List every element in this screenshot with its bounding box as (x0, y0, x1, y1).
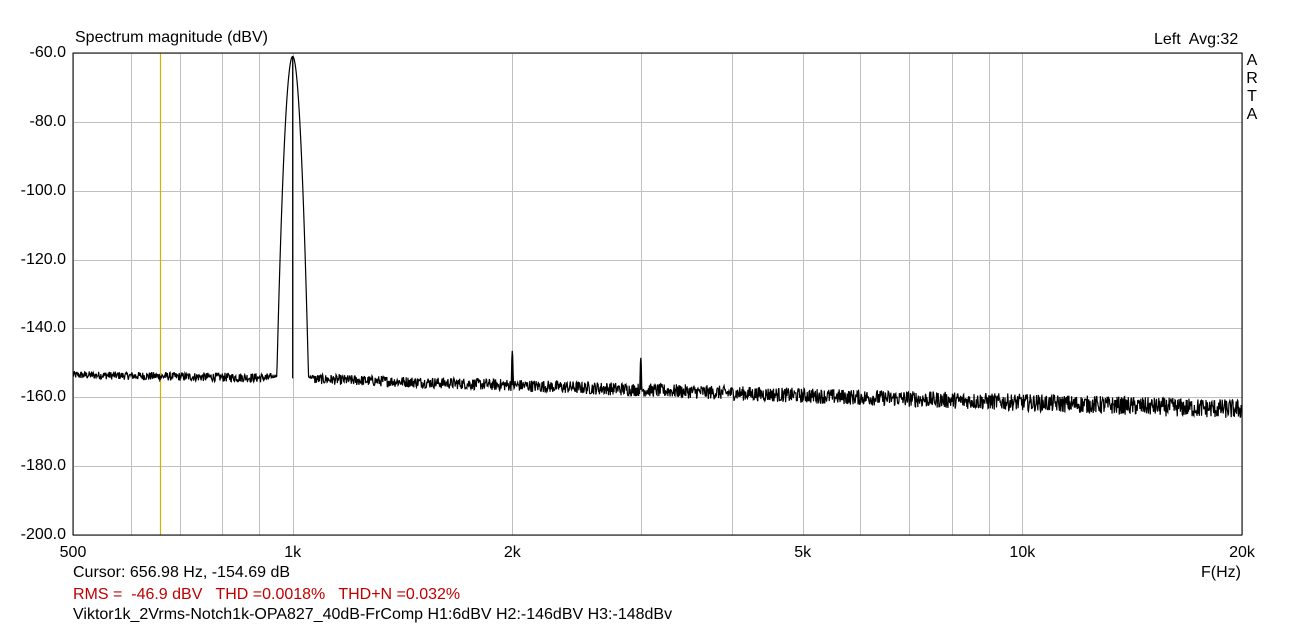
measurement-stats: RMS = -46.9 dBV THD =0.0018% THD+N =0.03… (73, 586, 461, 603)
arta-letter: T (1247, 88, 1257, 105)
measurement-description: Viktor1k_2Vrms-Notch1k-OPA827_40dB-FrCom… (73, 606, 673, 623)
y-tick-label: -180.0 (20, 457, 66, 475)
cursor-readout: Cursor: 656.98 Hz, -154.69 dB (73, 564, 291, 581)
y-tick-label: -80.0 (29, 112, 66, 130)
chart-title: Spectrum magnitude (dBV) (75, 29, 268, 46)
x-tick-label: 500 (59, 544, 87, 561)
y-tick-label: -200.0 (20, 526, 66, 543)
plot-frame (72, 52, 1243, 536)
x-axis-label: F(Hz) (1201, 564, 1241, 581)
spectrum-trace (72, 55, 1243, 418)
y-tick-label: -160.0 (20, 388, 66, 406)
x-tick-label: 5k (794, 544, 812, 561)
spectrum-chart (72, 52, 1243, 536)
y-tick-label: -60.0 (29, 44, 66, 61)
x-tick-label: 10k (1009, 544, 1036, 561)
channel-info: Left Avg:32 (1154, 31, 1239, 48)
x-tick-label: 20k (1229, 544, 1255, 561)
arta-letter: A (1246, 52, 1258, 69)
y-tick-label: -140.0 (20, 319, 66, 337)
y-tick-label: -100.0 (20, 181, 66, 199)
arta-letter: R (1246, 70, 1258, 87)
arta-letter: A (1246, 106, 1258, 123)
x-tick-label: 2k (503, 544, 521, 561)
gridlines (73, 53, 1243, 536)
x-tick-label: 1k (284, 544, 302, 561)
y-tick-label: -120.0 (20, 250, 66, 268)
